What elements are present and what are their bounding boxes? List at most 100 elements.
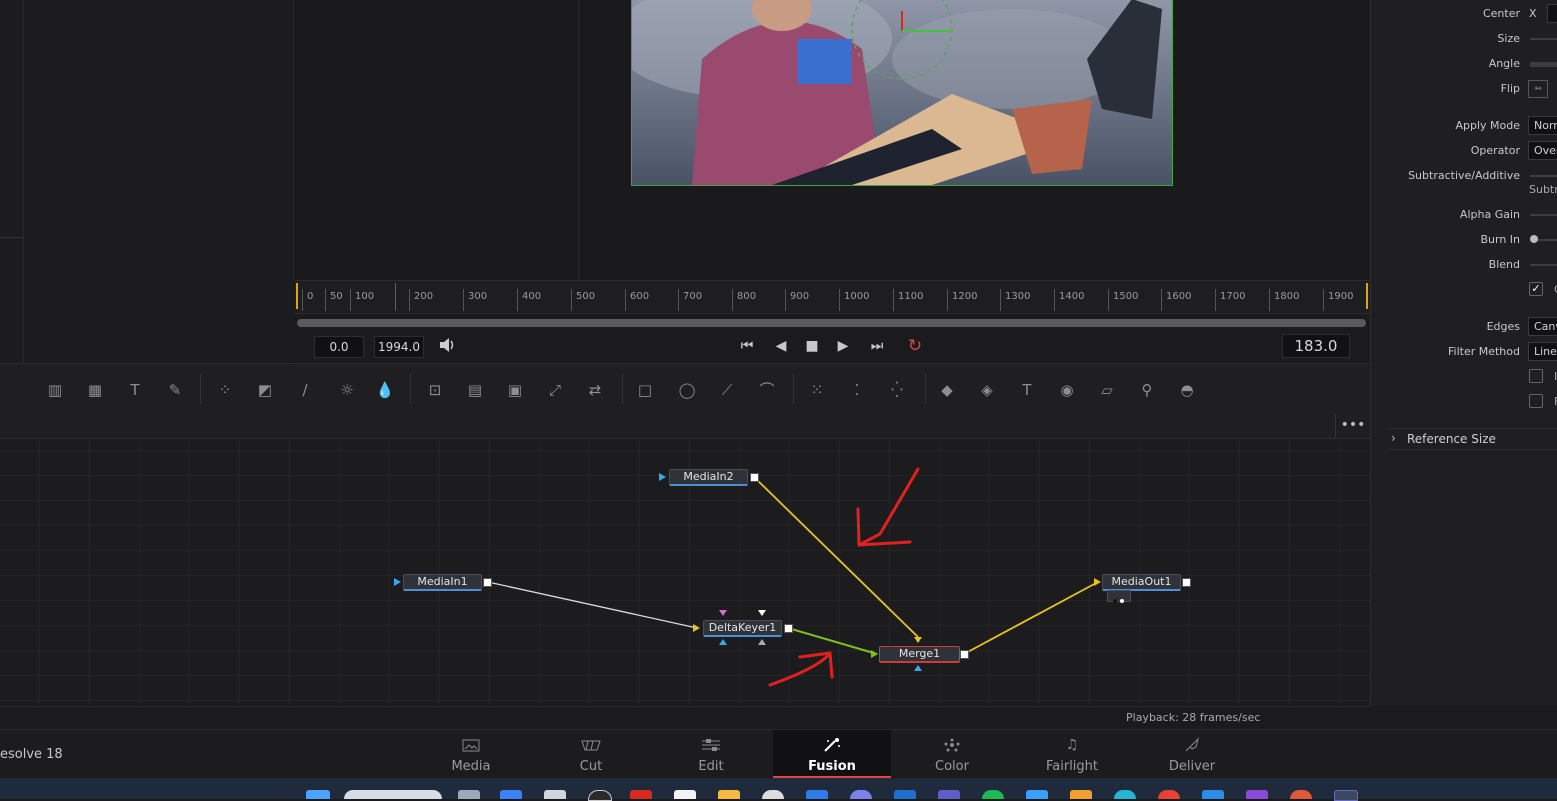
toolbar-tool-icon[interactable]: ⇄	[584, 380, 606, 400]
in-point-marker[interactable]	[296, 283, 298, 309]
toolbar-tool-icon[interactable]: ∕	[294, 380, 316, 400]
step-back-button[interactable]: ◀	[770, 337, 792, 355]
spotify-icon[interactable]	[982, 790, 1004, 799]
operator-select[interactable]: Over	[1528, 141, 1557, 160]
toolbar-tool-icon[interactable]: T	[124, 380, 146, 400]
mediaout1-output-port[interactable]	[1182, 578, 1191, 587]
clock-icon[interactable]	[762, 790, 784, 799]
toolbar-tool-icon[interactable]: ▥	[44, 380, 66, 400]
node-mediain2[interactable]: MediaIn2	[669, 469, 748, 486]
flip-horizontal-icon[interactable]: ⇿	[1528, 80, 1548, 98]
subtractive-additive-slider[interactable]	[1530, 175, 1557, 177]
toolbar-tool-icon[interactable]: ☼	[336, 380, 358, 400]
toolbar-tool-icon[interactable]: ✎	[164, 380, 186, 400]
loop-button[interactable]: ↻	[904, 337, 926, 355]
file-explorer-icon[interactable]	[718, 790, 740, 799]
toolbar-tool-icon[interactable]: ⚲	[1136, 380, 1158, 400]
stop-button[interactable]: ■	[801, 337, 823, 355]
visual-studio-icon[interactable]	[1246, 790, 1268, 799]
acrobat-icon[interactable]	[630, 790, 652, 799]
toolbar-tool-icon[interactable]: ⁙	[806, 380, 828, 400]
deltakeyer1-output-port[interactable]	[784, 624, 793, 633]
widgets-icon[interactable]	[500, 790, 522, 799]
tab-cut[interactable]: Cut	[532, 730, 650, 778]
tab-edit[interactable]: Edit	[652, 730, 770, 778]
toolbar-tool-icon[interactable]: ◆	[936, 380, 958, 400]
toolbar-tool-icon[interactable]: ◩	[254, 380, 276, 400]
tab-deliver[interactable]: Deliver	[1133, 730, 1251, 778]
toolbar-tool-icon[interactable]: ▤	[464, 380, 486, 400]
out-point-marker[interactable]	[1366, 283, 1368, 309]
obs-icon[interactable]	[588, 790, 612, 801]
toolbar-tool-icon[interactable]: □	[634, 380, 656, 400]
edges-select[interactable]: Canv	[1528, 317, 1557, 336]
tab-fairlight[interactable]: ♫ Fairlight	[1013, 730, 1131, 778]
play-button[interactable]: ▶	[832, 337, 854, 355]
alpha-gain-slider[interactable]	[1530, 214, 1557, 216]
node-deltakeyer1[interactable]: DeltaKeyer1	[703, 620, 782, 637]
mediain1-output-port[interactable]	[483, 578, 492, 587]
merge1-output-port[interactable]	[960, 650, 969, 659]
toolbar-tool-icon[interactable]: ⁛	[886, 380, 908, 400]
node-editor[interactable]: MediaIn2 MediaIn1 DeltaKeyer1 Merge1 Med…	[0, 439, 1370, 705]
tab-fusion[interactable]: Fusion	[773, 730, 891, 778]
taskview-icon[interactable]	[458, 790, 480, 799]
timeline-scrollbar[interactable]	[297, 319, 1366, 327]
toolbar-tool-icon[interactable]: T	[1016, 380, 1038, 400]
search-box[interactable]	[344, 790, 442, 799]
node-mediain1[interactable]: MediaIn1	[403, 574, 482, 591]
vscode-icon[interactable]	[1202, 790, 1224, 799]
app-icon-3[interactable]	[1070, 790, 1092, 799]
start-time-field[interactable]: 0.0	[314, 336, 364, 358]
checkbox-checked[interactable]: ✓	[1529, 282, 1543, 296]
size-slider[interactable]	[1530, 38, 1557, 40]
chrome-icon[interactable]	[1158, 790, 1180, 799]
toolbar-tool-icon[interactable]: 💧	[374, 380, 396, 400]
toolbar-tool-icon[interactable]: ▱	[1096, 380, 1118, 400]
toolbar-tool-icon[interactable]: ⊡	[424, 380, 446, 400]
more-options-button[interactable]: •••	[1335, 414, 1370, 438]
tab-color[interactable]: Color	[893, 730, 1011, 778]
toolbar-tool-icon[interactable]: ⌒	[756, 380, 778, 400]
node-merge1[interactable]: Merge1	[879, 646, 960, 663]
toolbar-tool-icon[interactable]: ◓	[1176, 380, 1198, 400]
outlook-icon[interactable]	[894, 790, 916, 799]
filter-method-select[interactable]: Line	[1528, 342, 1557, 361]
toolbar-tool-icon[interactable]: ⁘	[214, 380, 236, 400]
go-to-end-button[interactable]: ⏭	[866, 337, 888, 355]
toolbar-tool-icon[interactable]: ⤢	[544, 380, 566, 400]
apply-mode-select[interactable]: Norm	[1528, 116, 1557, 135]
burn-in-slider-handle[interactable]	[1530, 235, 1538, 243]
outlook-calendar-icon[interactable]	[806, 790, 828, 799]
go-to-start-button[interactable]: ⏮	[736, 337, 758, 355]
viewer-frame[interactable]	[631, 0, 1173, 186]
discord-icon[interactable]	[850, 790, 872, 799]
blend-slider[interactable]	[1530, 264, 1557, 266]
mediain2-output-port[interactable]	[750, 473, 759, 482]
current-frame-field[interactable]: 183.0	[1282, 334, 1350, 358]
reference-size-section[interactable]: › Reference Size	[1387, 428, 1557, 450]
speaker-icon[interactable]	[436, 337, 458, 355]
toolbar-tool-icon[interactable]: ▦	[84, 380, 106, 400]
toolbar-tool-icon[interactable]: ⁚	[846, 380, 868, 400]
app-icon[interactable]	[544, 790, 566, 799]
toolbar-tool-icon[interactable]: ▣	[504, 380, 526, 400]
angle-slider[interactable]	[1530, 62, 1557, 67]
center-x-field[interactable]	[1547, 4, 1557, 23]
teams-icon[interactable]	[938, 790, 960, 799]
toolbar-tool-icon[interactable]: ◈	[976, 380, 998, 400]
app-icon-2[interactable]	[1026, 790, 1048, 799]
toolbar-tool-icon[interactable]: ◯	[676, 380, 698, 400]
checkbox-2[interactable]	[1529, 369, 1543, 383]
toolbar-tool-icon[interactable]: ⟋	[716, 380, 738, 400]
edge-icon[interactable]	[1114, 790, 1136, 799]
app-icon-4[interactable]	[1290, 790, 1312, 799]
checkbox-3[interactable]	[1529, 394, 1543, 408]
playhead[interactable]	[395, 283, 396, 311]
tab-media[interactable]: Media	[412, 730, 530, 778]
node-mediaout1[interactable]: MediaOut1	[1102, 574, 1181, 591]
calendar-icon[interactable]	[674, 790, 696, 799]
end-time-field[interactable]: 1994.0	[374, 336, 424, 358]
toolbar-tool-icon[interactable]: ◉	[1056, 380, 1078, 400]
davinci-resolve-icon[interactable]	[1334, 790, 1358, 801]
